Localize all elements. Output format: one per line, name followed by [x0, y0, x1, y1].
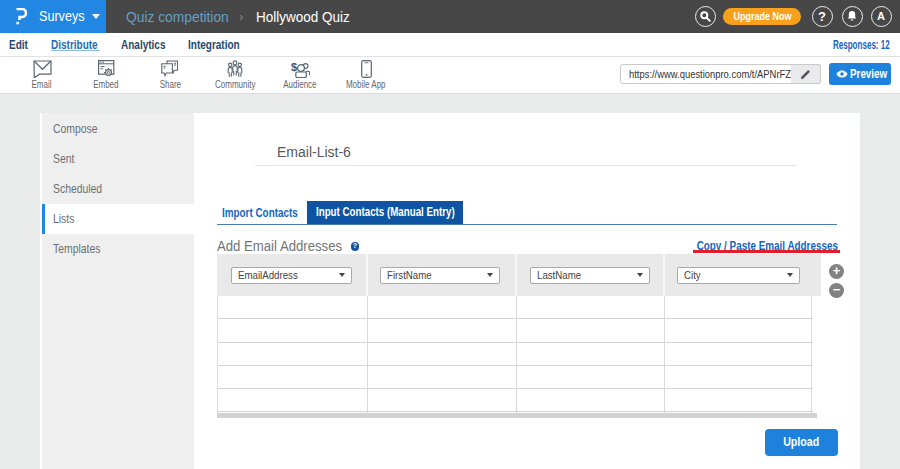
- svg-text:$: $: [291, 61, 297, 73]
